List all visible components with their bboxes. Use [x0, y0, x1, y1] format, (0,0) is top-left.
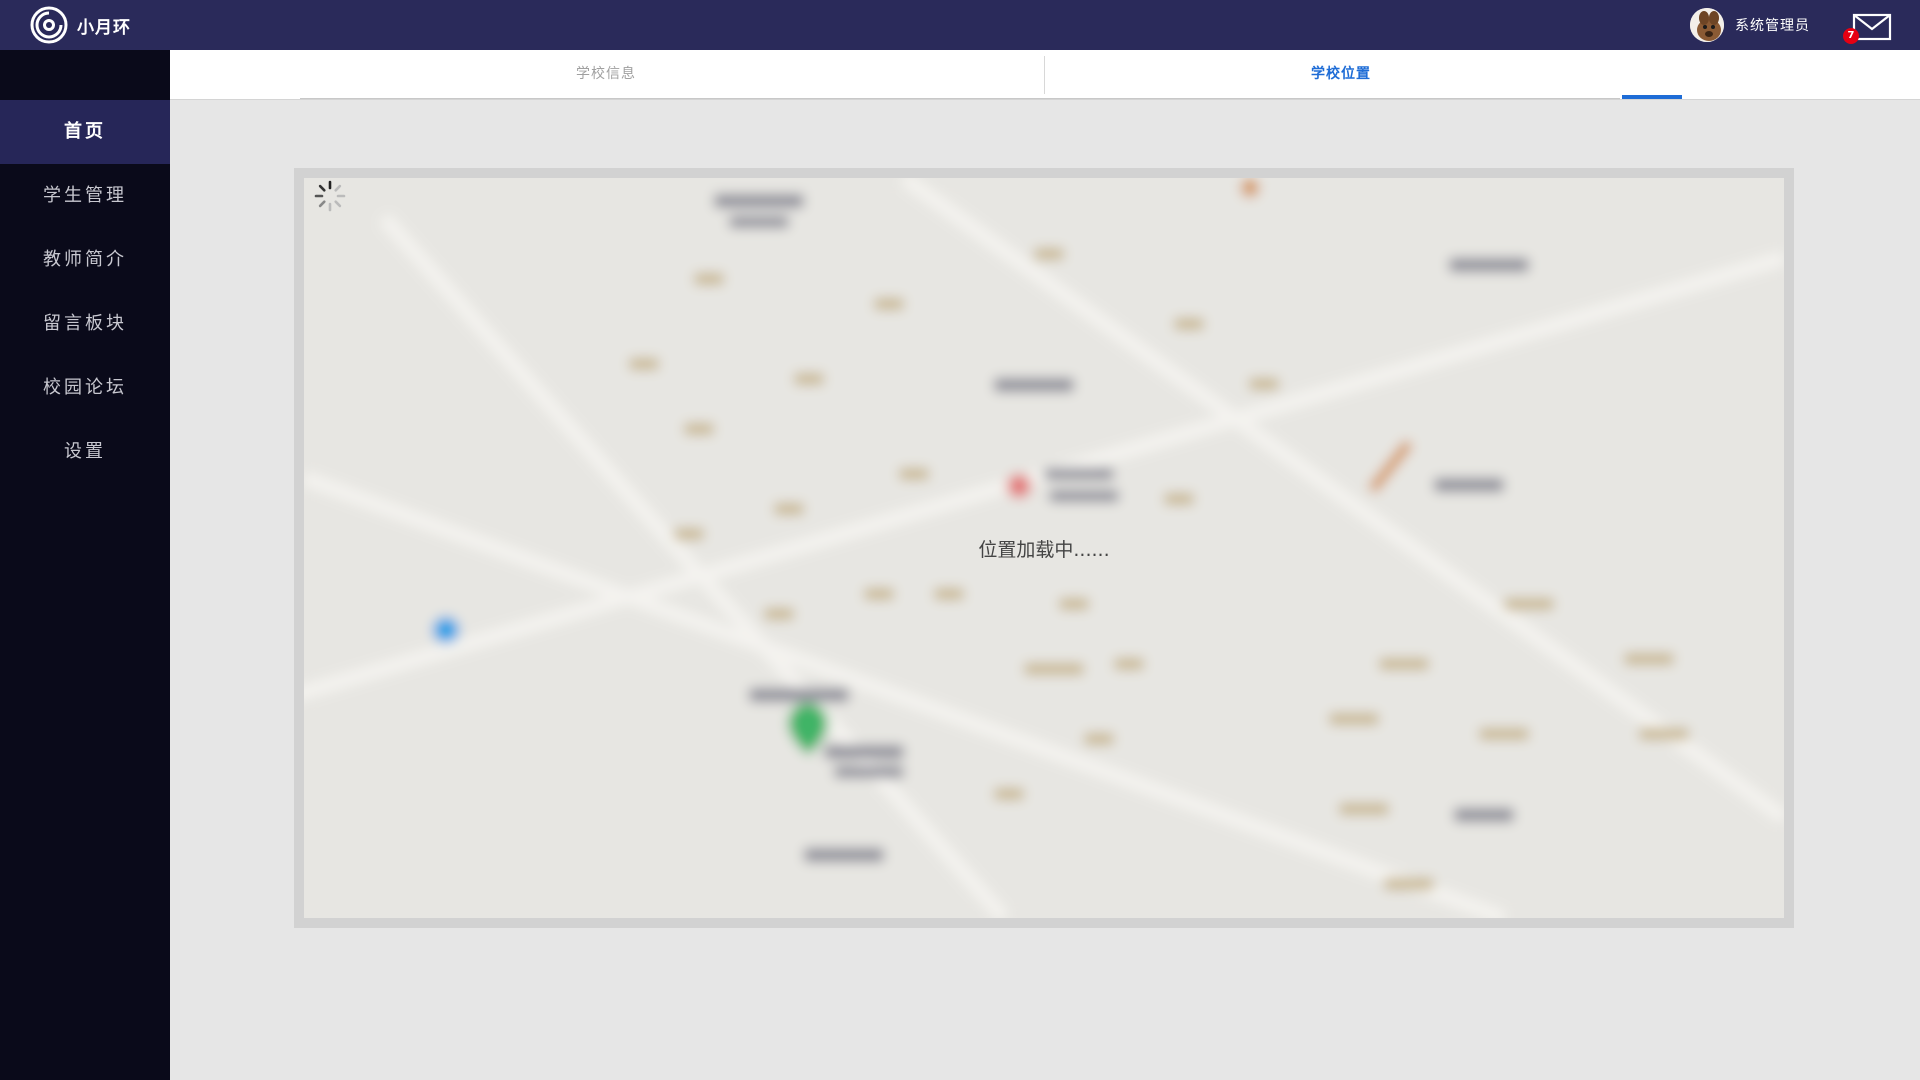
sidebar-item-home[interactable]: 首页: [0, 100, 170, 164]
avatar[interactable]: [1690, 8, 1724, 42]
brand[interactable]: 小月环: [30, 6, 131, 44]
sidebar-item-students[interactable]: 学生管理: [0, 164, 170, 228]
unread-badge: 7: [1843, 28, 1859, 44]
sidebar-item-settings[interactable]: 设置: [0, 420, 170, 484]
top-header: 小月环 系统管理员 7: [0, 0, 1920, 50]
spinner-icon: [314, 180, 346, 212]
tab-bar: 学校信息 学校位置: [170, 50, 1920, 100]
user-menu[interactable]: 系统管理员: [1690, 8, 1810, 42]
sidebar: 首页 学生管理 教师简介 留言板块 校园论坛 设置: [0, 50, 170, 1080]
loading-text: 位置加载中......: [978, 538, 1110, 561]
user-name: 系统管理员: [1735, 18, 1810, 34]
sidebar-item-forum[interactable]: 校园论坛: [0, 356, 170, 420]
sidebar-item-messages[interactable]: 留言板块: [0, 292, 170, 356]
tab-rule: [300, 98, 1620, 99]
active-tab-indicator: [1622, 95, 1682, 99]
sidebar-item-teachers[interactable]: 教师简介: [0, 228, 170, 292]
logo-icon: [30, 6, 68, 44]
tab-school-location[interactable]: 学校位置: [1046, 50, 1636, 99]
map-frame: 位置加载中......: [294, 168, 1794, 928]
tab-school-info[interactable]: 学校信息: [298, 50, 914, 99]
avatar-image: [1690, 8, 1724, 42]
app-name: 小月环: [77, 17, 131, 38]
map[interactable]: 位置加载中......: [304, 178, 1784, 918]
tab-divider: [1044, 56, 1045, 94]
loading-overlay: 位置加载中......: [304, 178, 1784, 918]
